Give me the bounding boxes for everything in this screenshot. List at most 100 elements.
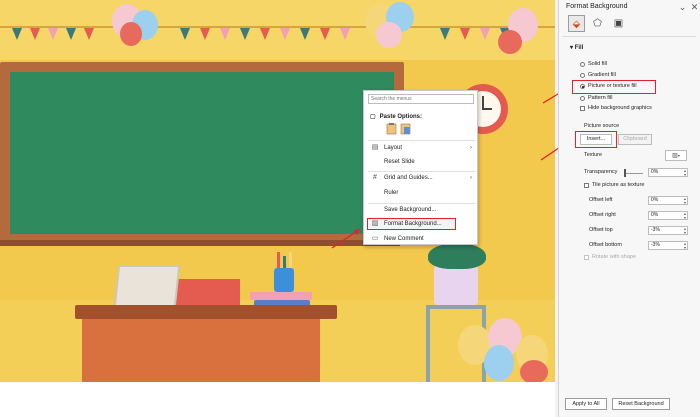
bunting-flag	[280, 28, 290, 40]
menu-item-new-comment[interactable]: ▭ New Comment	[364, 233, 477, 245]
red-box	[176, 279, 240, 305]
offset-top-spinner[interactable]: -3% ▴ ▾	[648, 226, 688, 235]
reset-background-button[interactable]: Reset Background	[612, 398, 670, 410]
pencil-cup	[274, 268, 294, 292]
bunting-flag	[12, 28, 22, 40]
option-label: Hide background graphics	[588, 105, 652, 111]
spin-arrows-icon[interactable]: ▴ ▾	[684, 242, 686, 250]
offset-left-spinner[interactable]: 0% ▴ ▾	[648, 196, 688, 205]
offset-right-spinner[interactable]: 0% ▴ ▾	[648, 211, 688, 220]
menu-item-layout[interactable]: ▤ Layout ›	[364, 142, 477, 154]
offset-right-label: Offset right	[589, 212, 616, 218]
radio-picture-fill[interactable]: Picture or texture fill	[580, 82, 637, 91]
bunting-flag	[260, 28, 270, 40]
powerpoint-window: Search the menus ▢ Paste Options: ▤ Layo…	[0, 0, 700, 417]
close-icon[interactable]: ✕	[688, 1, 700, 14]
spin-arrows-icon[interactable]: ▴ ▾	[684, 212, 686, 220]
option-label: Rotate with shape	[592, 254, 637, 260]
clipboard-button[interactable]: Clipboard	[618, 134, 652, 145]
radio-solid-fill[interactable]: Solid fill	[580, 60, 607, 69]
fill-section-label: Fill	[574, 45, 584, 51]
balloon	[484, 345, 514, 381]
spin-arrows-icon[interactable]: ▴ ▾	[684, 197, 686, 205]
menu-item-grid-guides[interactable]: # Grid and Guides... ›	[364, 172, 477, 184]
radio-button[interactable]	[580, 62, 585, 67]
offset-top-label: Offset top	[589, 227, 613, 233]
menu-item-format-background[interactable]: ▨ Format Background...	[367, 218, 456, 230]
texture-label: Texture	[584, 152, 603, 158]
laptop	[113, 265, 181, 307]
pane-title: Format Background	[566, 3, 628, 10]
chevron-down-icon: ▾	[677, 153, 680, 158]
checkbox[interactable]	[580, 106, 585, 111]
option-label: Tile picture as texture	[592, 182, 645, 188]
checkbox-rotate-with-shape[interactable]: Rotate with shape	[584, 253, 637, 262]
checkbox[interactable]	[584, 255, 589, 260]
menu-item-label: Ruler	[384, 190, 399, 196]
option-label: Picture or texture fill	[588, 83, 637, 89]
menu-search-input[interactable]: Search the menus	[368, 94, 474, 104]
chalkboard-ledge	[0, 240, 400, 246]
bunting-flag	[300, 28, 310, 40]
balloon	[520, 360, 548, 382]
menu-item-label: Save Background...	[384, 207, 437, 213]
spin-arrows-icon[interactable]: ▴ ▾	[684, 169, 686, 177]
balloon	[498, 30, 522, 54]
bunting-flag	[220, 28, 230, 40]
chalkboard	[10, 72, 394, 234]
menu-item-label: Layout	[384, 145, 403, 151]
menu-item-label: New Comment	[384, 236, 424, 242]
radio-gradient-fill[interactable]: Gradient fill	[580, 71, 616, 80]
layout-icon: ▤	[371, 144, 379, 151]
spinner-value: -3%	[651, 227, 660, 233]
bunting-flag	[200, 28, 210, 40]
insert-button[interactable]: Insert...	[580, 134, 612, 145]
spin-arrows-icon[interactable]: ▴ ▾	[684, 227, 686, 235]
checkbox[interactable]	[584, 183, 589, 188]
bunting-flag	[480, 28, 490, 40]
radio-button[interactable]	[580, 73, 585, 78]
chevron-down-icon: ▾	[570, 45, 574, 51]
menu-item-label: Format Background...	[384, 221, 442, 227]
texture-dropdown[interactable]: ▨▾	[665, 150, 687, 161]
transparency-spinner[interactable]: 0% ▴ ▾	[648, 168, 688, 177]
menu-item-save-background[interactable]: Save Background...	[364, 204, 477, 216]
apply-to-all-button[interactable]: Apply to All	[565, 398, 607, 410]
format-background-icon: ▨	[371, 220, 379, 227]
bunting-flag	[30, 28, 40, 40]
checkbox-tile-picture[interactable]: Tile picture as texture	[584, 181, 645, 190]
bunting-flag	[240, 28, 250, 40]
checkbox-hide-bg-graphics[interactable]: Hide background graphics	[580, 104, 652, 113]
menu-item-label: Reset Slide	[384, 159, 415, 165]
chevron-right-icon: ›	[470, 175, 472, 181]
clock-hand	[482, 108, 492, 110]
spinner-value: 0%	[651, 169, 659, 175]
transparency-slider-track[interactable]	[625, 173, 643, 174]
radio-button-selected[interactable]	[580, 84, 585, 89]
plant-pot	[434, 265, 478, 305]
book	[250, 292, 312, 300]
comment-icon: ▭	[371, 235, 379, 242]
fill-section-header[interactable]: ▾ Fill	[570, 44, 583, 51]
picture-source-label: Picture source	[584, 123, 620, 129]
paste-keep-formatting-icon[interactable]	[386, 123, 397, 135]
radio-button[interactable]	[580, 96, 585, 101]
spinner-value: -3%	[651, 242, 660, 248]
tab-fill-icon[interactable]: ⬙	[568, 15, 585, 32]
paste-picture-icon[interactable]	[400, 123, 411, 135]
menu-item-label: Grid and Guides...	[384, 175, 433, 181]
option-label: Pattern fill	[588, 95, 613, 101]
menu-item-ruler[interactable]: Ruler	[364, 187, 477, 199]
option-label: Solid fill	[588, 61, 607, 67]
tab-effects-icon[interactable]: ⬠	[589, 15, 606, 32]
menu-item-reset-slide[interactable]: Reset Slide	[364, 156, 477, 168]
transparency-slider-thumb[interactable]	[624, 169, 626, 177]
option-label: Gradient fill	[588, 72, 616, 78]
offset-left-label: Offset left	[589, 197, 613, 203]
radio-pattern-fill[interactable]: Pattern fill	[580, 94, 613, 103]
offset-bottom-spinner[interactable]: -3% ▴ ▾	[648, 241, 688, 250]
tab-picture-icon[interactable]: ▣	[610, 15, 627, 32]
desk-top	[75, 305, 337, 319]
balloon	[376, 22, 402, 48]
balloon	[120, 22, 142, 46]
